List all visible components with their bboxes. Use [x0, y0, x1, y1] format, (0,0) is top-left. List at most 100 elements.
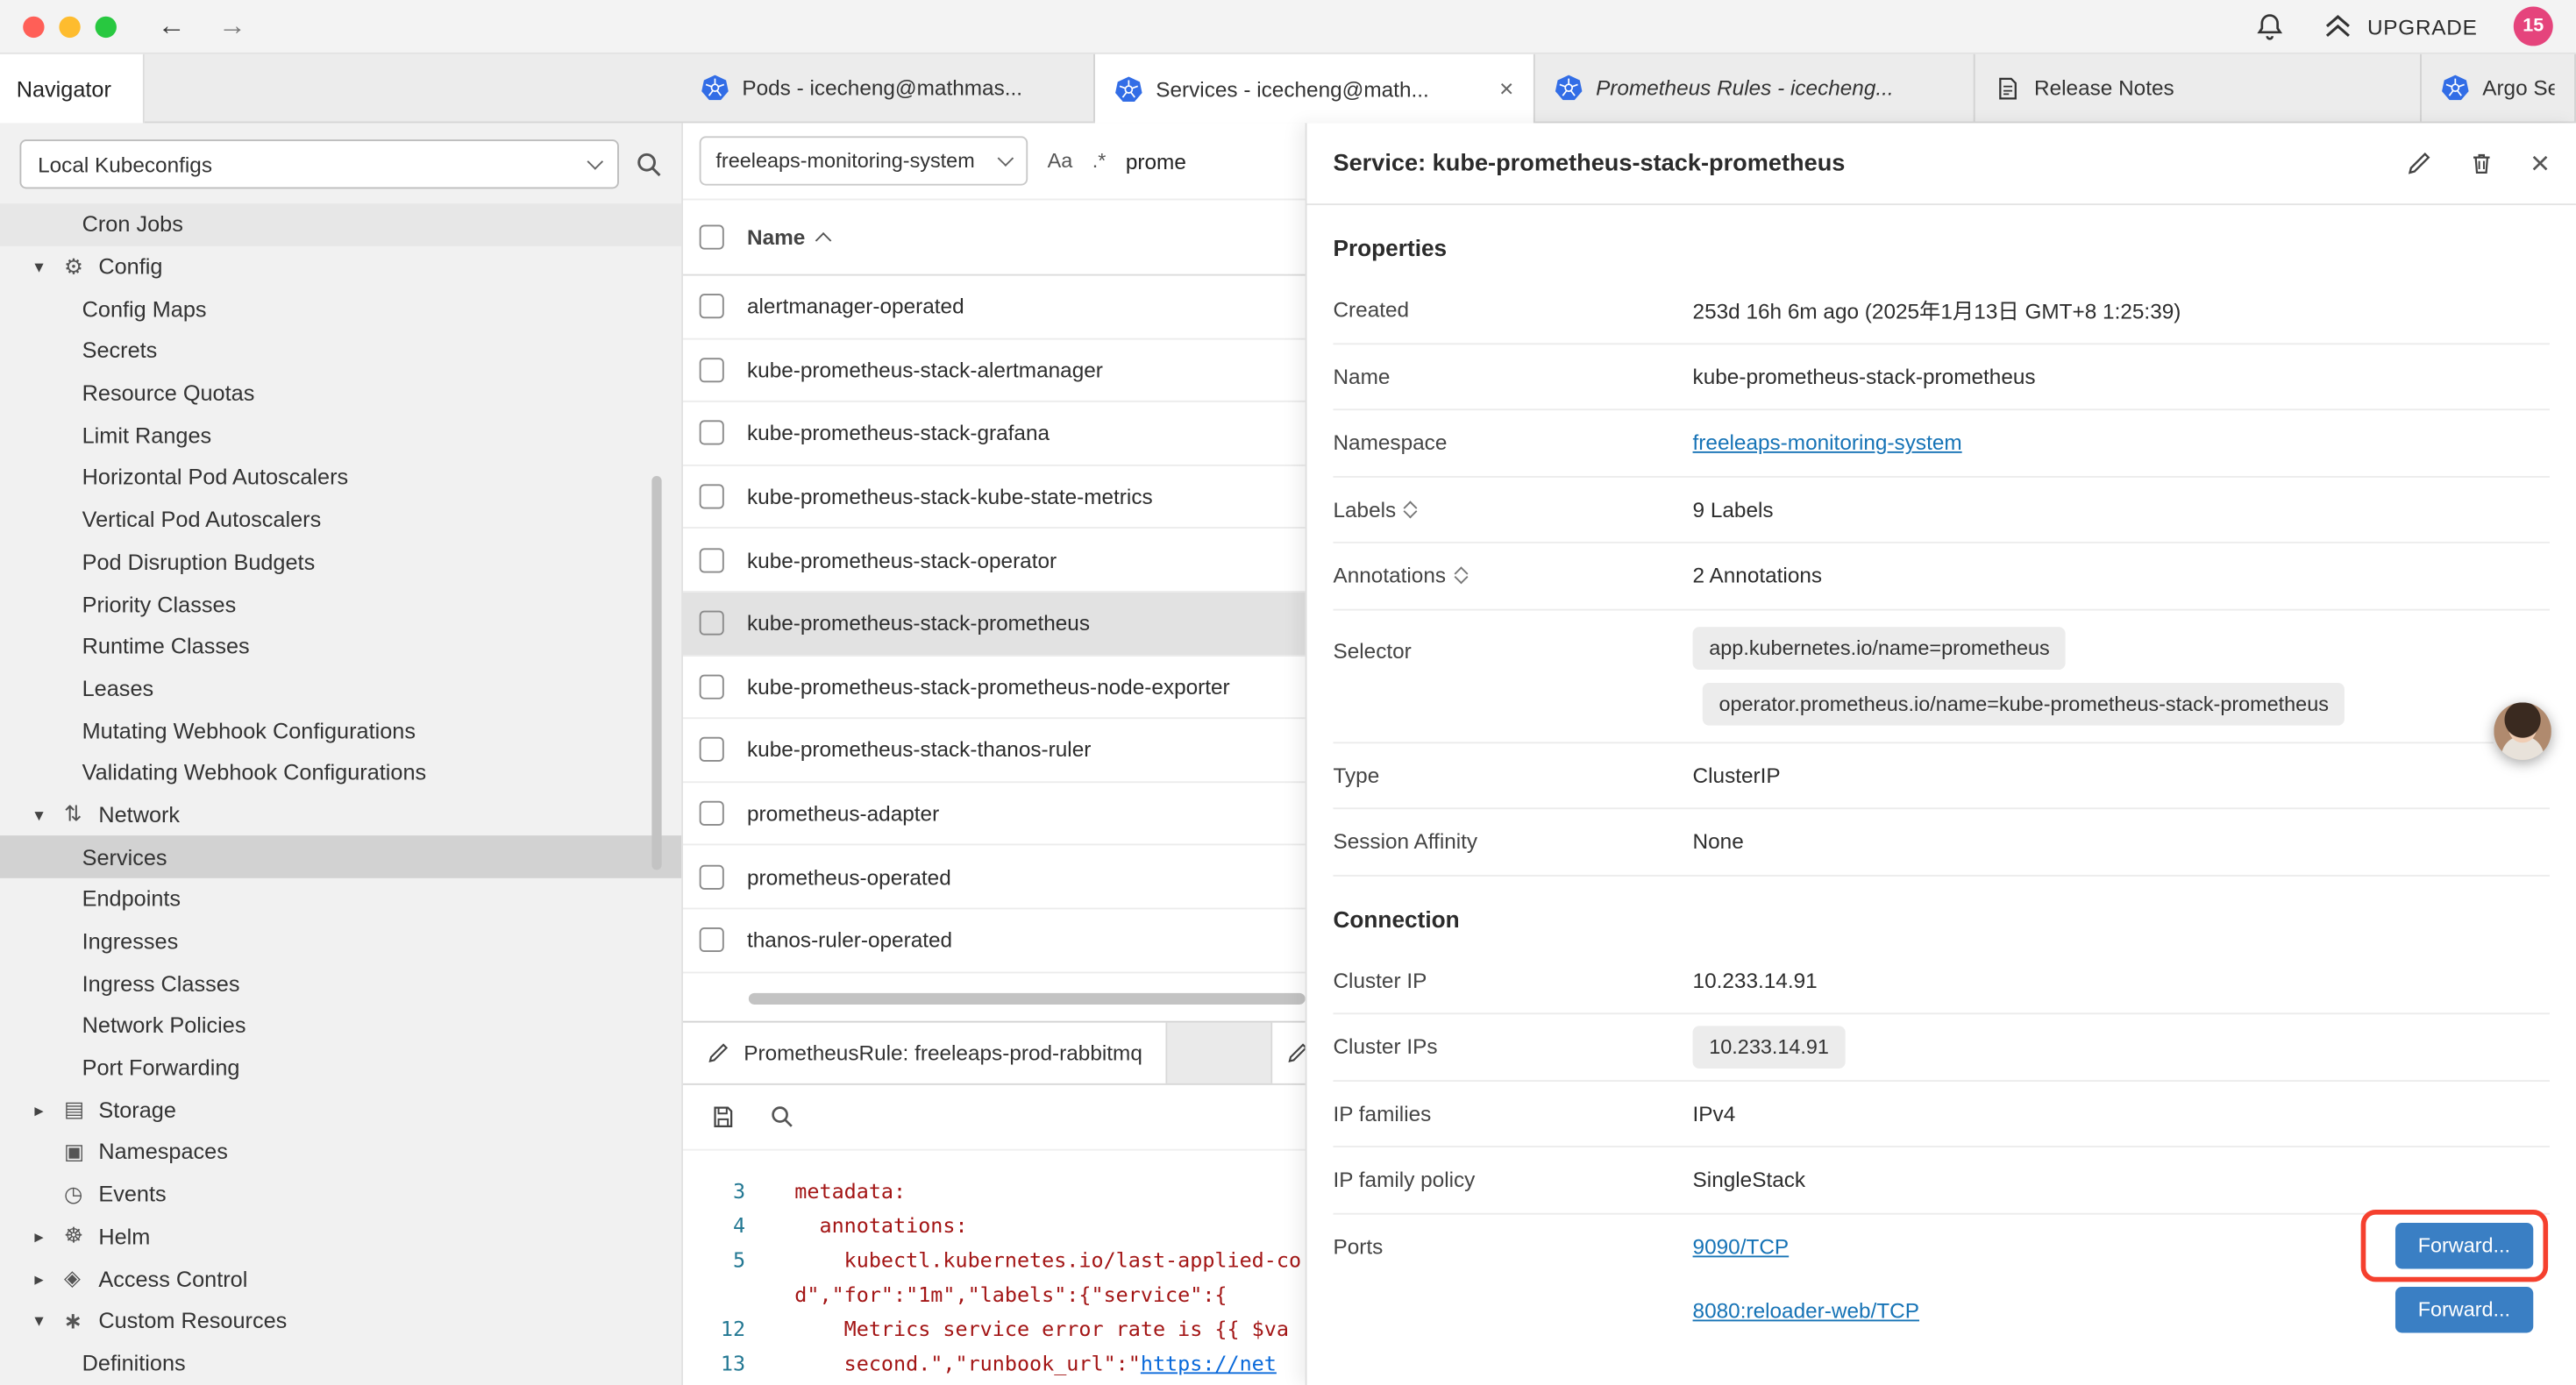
sidebar-search-icon[interactable] [634, 148, 665, 180]
save-icon[interactable] [709, 1103, 737, 1131]
row-checkbox[interactable] [700, 421, 724, 445]
navigator-tab[interactable]: Navigator [0, 54, 145, 124]
sidebar-item[interactable]: Events [0, 1173, 681, 1215]
sidebar-item[interactable]: Network [0, 794, 681, 836]
namespace-select[interactable]: freeleaps-monitoring-system [700, 136, 1028, 185]
sidebar-item[interactable]: Secrets [0, 330, 681, 372]
table-row[interactable]: kube-prometheus-stack-operator [683, 529, 1306, 593]
tree-chevron-icon[interactable] [34, 256, 64, 277]
tree-chevron-icon[interactable] [34, 804, 64, 825]
kubeconfig-select[interactable]: Local Kubeconfigs [19, 139, 618, 188]
sidebar-item[interactable]: Cron Jobs [0, 203, 681, 245]
sidebar-item[interactable]: Vertical Pod Autoscalers [0, 499, 681, 541]
forward-button[interactable]: Forward... [2395, 1287, 2533, 1332]
sidebar-item[interactable]: Leases [0, 667, 681, 709]
sidebar-item[interactable]: Limit Ranges [0, 415, 681, 457]
list-search-input[interactable] [1126, 148, 1241, 173]
yaml-editor[interactable]: 3metadata: 4 annotations: 5 kubectl.kube… [683, 1151, 1306, 1385]
upgrade-button[interactable]: UPGRADE [2322, 10, 2478, 42]
sidebar-item[interactable]: Storage [0, 1089, 681, 1131]
forward-button[interactable]: → [218, 10, 246, 42]
sidebar-item[interactable]: Endpoints [0, 878, 681, 920]
tree-chevron-icon[interactable] [34, 1310, 64, 1332]
notification-count-badge[interactable]: 15 [2514, 6, 2553, 46]
zoom-window-button[interactable] [96, 16, 117, 37]
sidebar-item[interactable]: Horizontal Pod Autoscalers [0, 457, 681, 499]
row-checkbox[interactable] [700, 295, 724, 319]
row-checkbox[interactable] [700, 358, 724, 382]
tab-prometheus-rules[interactable]: Prometheus Rules - icecheng... [1535, 54, 1975, 122]
dock-tab-prometheusrule[interactable]: PrometheusRule: freeleaps-prod-rabbitmq [683, 1023, 1167, 1083]
sidebar-item[interactable]: Port Forwarding [0, 1047, 681, 1089]
tab-pods[interactable]: Pods - icecheng@mathmas... [681, 54, 1095, 122]
detail-row-ip-family-policy: IP family policy SingleStack [1333, 1147, 2550, 1214]
expand-toggle-icon[interactable] [1455, 566, 1465, 585]
back-button[interactable]: ← [158, 10, 186, 42]
dock-tab-partial[interactable] [1270, 1023, 1305, 1083]
minimize-window-button[interactable] [59, 16, 80, 37]
tree-chevron-icon[interactable] [34, 1099, 64, 1120]
port-link-8080[interactable]: 8080:reloader-web/TCP [1693, 1297, 1919, 1322]
tree-chevron-icon[interactable] [34, 1268, 64, 1289]
forward-button[interactable]: Forward... [2395, 1223, 2533, 1268]
sidebar-item[interactable]: Mutating Webhook Configurations [0, 709, 681, 751]
service-name: kube-prometheus-stack-alertmanager [747, 358, 1103, 382]
namespace-link[interactable]: freeleaps-monitoring-system [1693, 430, 1962, 455]
row-checkbox[interactable] [700, 927, 724, 952]
port-link-9090[interactable]: 9090/TCP [1693, 1233, 1790, 1258]
table-row[interactable]: kube-prometheus-stack-prometheus-node-ex… [683, 656, 1306, 719]
select-all-checkbox[interactable] [700, 225, 724, 250]
user-avatar[interactable] [2494, 702, 2551, 760]
match-case-toggle[interactable]: Aa [1048, 149, 1073, 172]
sidebar-item[interactable]: Custom Resources [0, 1300, 681, 1342]
table-row[interactable]: alertmanager-operated [683, 276, 1306, 339]
table-row[interactable]: prometheus-operated [683, 846, 1306, 909]
delete-icon[interactable] [2468, 149, 2496, 177]
sidebar-item[interactable]: Ingress Classes [0, 962, 681, 1005]
sidebar-item[interactable]: Pod Disruption Budgets [0, 541, 681, 583]
row-checkbox[interactable] [700, 674, 724, 699]
close-window-button[interactable] [23, 16, 44, 37]
tree-chevron-icon[interactable] [34, 1225, 64, 1246]
table-row[interactable]: kube-prometheus-stack-thanos-ruler [683, 719, 1306, 782]
sidebar-item[interactable]: Helm [0, 1216, 681, 1258]
close-tab-icon[interactable]: × [1499, 75, 1513, 103]
sidebar-item[interactable]: Namespaces [0, 1131, 681, 1173]
row-checkbox[interactable] [700, 738, 724, 763]
row-checkbox[interactable] [700, 864, 724, 889]
table-row[interactable]: prometheus-adapter [683, 783, 1306, 846]
name-column-header[interactable]: Name [747, 225, 829, 250]
tab-argo[interactable]: Argo Se [2422, 54, 2576, 122]
horizontal-scrollbar[interactable] [749, 992, 1306, 1004]
code-line: 3metadata: [683, 1174, 1306, 1208]
sidebar-item[interactable]: Services [0, 836, 681, 878]
sidebar-item[interactable]: Network Policies [0, 1005, 681, 1047]
row-checkbox[interactable] [700, 485, 724, 509]
table-row[interactable]: kube-prometheus-stack-prometheus [683, 593, 1306, 656]
sidebar-item[interactable]: Validating Webhook Configurations [0, 751, 681, 793]
table-row[interactable]: kube-prometheus-stack-grafana [683, 402, 1306, 465]
regex-toggle[interactable]: .* [1092, 149, 1107, 172]
sidebar-item[interactable]: Config [0, 245, 681, 288]
sidebar-item[interactable]: Resource Quotas [0, 373, 681, 415]
edit-icon[interactable] [2406, 149, 2434, 177]
notification-bell-icon[interactable] [2254, 11, 2286, 42]
sidebar-item[interactable]: Priority Classes [0, 583, 681, 625]
editor-search-icon[interactable] [768, 1103, 796, 1131]
sidebar-item[interactable]: Runtime Classes [0, 625, 681, 667]
sidebar-item[interactable]: Config Maps [0, 288, 681, 330]
row-checkbox[interactable] [700, 611, 724, 636]
tab-release-notes[interactable]: Release Notes [1975, 54, 2422, 122]
row-checkbox[interactable] [700, 801, 724, 826]
table-row[interactable]: thanos-ruler-operated [683, 909, 1306, 972]
sidebar-item[interactable]: Definitions [0, 1342, 681, 1384]
tab-services[interactable]: Services - icecheng@math... × [1095, 54, 1535, 124]
table-row[interactable]: kube-prometheus-stack-kube-state-metrics [683, 465, 1306, 529]
table-row[interactable]: kube-prometheus-stack-alertmanager [683, 339, 1306, 402]
sidebar-item[interactable]: Access Control [0, 1258, 681, 1300]
sidebar-item[interactable]: Ingresses [0, 920, 681, 962]
close-icon[interactable]: × [2530, 147, 2550, 180]
row-checkbox[interactable] [700, 548, 724, 572]
sidebar-scrollbar[interactable] [651, 476, 661, 870]
expand-toggle-icon[interactable] [1405, 501, 1415, 519]
